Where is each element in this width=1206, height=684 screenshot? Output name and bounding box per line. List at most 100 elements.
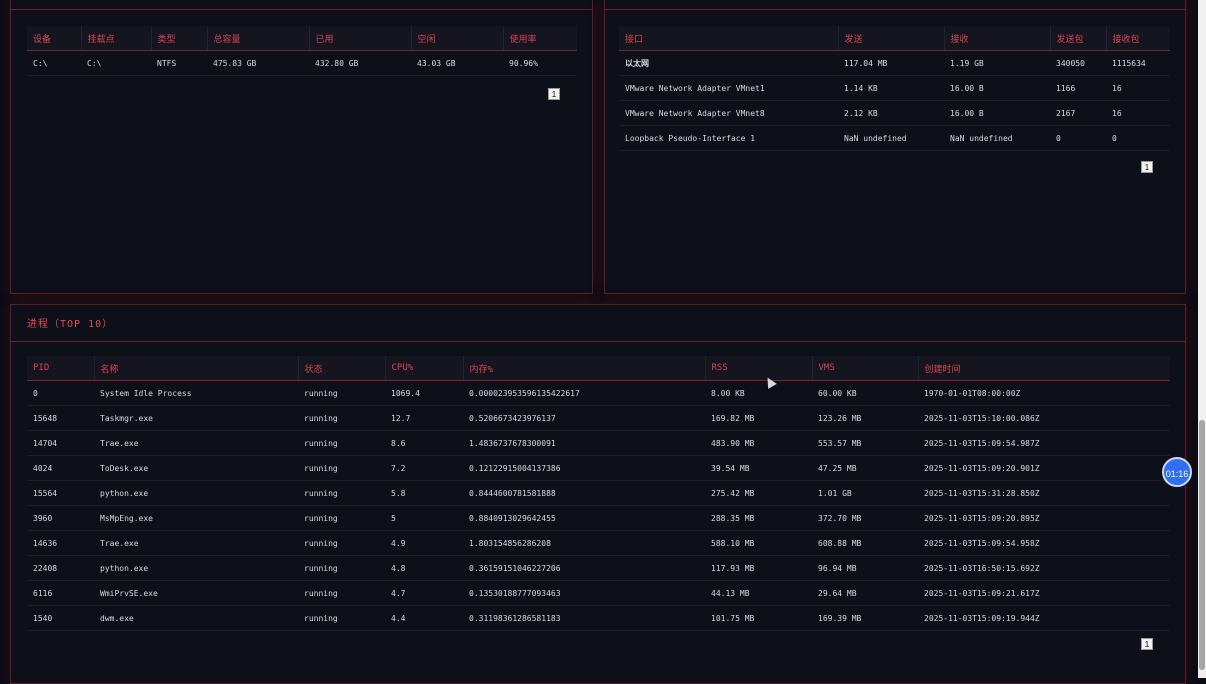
proc-vms: 1.01 GB: [812, 480, 918, 506]
table-row: 14636 Trae.exe running 4.9 1.803154856286208…: [27, 530, 1170, 556]
disk-page-button[interactable]: 1: [548, 88, 560, 100]
proc-cpu: 4.8: [385, 555, 463, 581]
network-panel: 接口 发送 接收 发送包 接收包 以太网 117.04 MB 1.19 GB 3…: [604, 0, 1186, 294]
net-packets-recv: 1115634: [1106, 50, 1170, 76]
proc-status: running: [298, 505, 385, 531]
proc-vms: 47.25 MB: [812, 455, 918, 481]
proc-cpu: 4.4: [385, 605, 463, 631]
proc-pid: 6116: [27, 580, 94, 606]
disk-total: 475.83 GB: [207, 50, 309, 76]
proc-rss: 169.82 MB: [705, 405, 812, 431]
timer-badge[interactable]: 01:16: [1162, 457, 1192, 487]
proc-status: running: [298, 530, 385, 556]
proc-created: 2025-11-03T15:09:19.944Z: [918, 605, 1170, 631]
proc-cpu: 5: [385, 505, 463, 531]
disk-free: 43.03 GB: [411, 50, 503, 76]
scrollbar-thumb[interactable]: [1199, 420, 1205, 670]
proc-name: System Idle Process: [94, 380, 298, 406]
net-recv: 1.19 GB: [944, 50, 1050, 76]
title-divider: [11, 341, 1185, 342]
proc-col-status: 状态: [297, 356, 385, 381]
disk-col-usage: 使用率: [502, 26, 577, 51]
proc-status: running: [298, 405, 385, 431]
proc-status: running: [298, 605, 385, 631]
net-packets-sent: 0: [1050, 125, 1106, 151]
proc-mem: 0.5206673423976137: [463, 405, 705, 431]
proc-created: 2025-11-03T15:09:20.901Z: [918, 455, 1170, 481]
proc-mem: 0.8444600781581888: [463, 480, 705, 506]
proc-name: MsMpEng.exe: [94, 505, 298, 531]
proc-created: 2025-11-03T16:50:15.692Z: [918, 555, 1170, 581]
proc-mem: 0.36159151046227206: [463, 555, 705, 581]
proc-created: 2025-11-03T15:09:21.617Z: [918, 580, 1170, 606]
proc-created: 2025-11-03T15:09:54.958Z: [918, 530, 1170, 556]
proc-pid: 3960: [27, 505, 94, 531]
proc-name: Trae.exe: [94, 530, 298, 556]
proc-col-pid: PID: [27, 356, 94, 381]
table-row: 14704 Trae.exe running 8.6 1.483673767830009…: [27, 430, 1170, 456]
table-row: 15648 Taskmgr.exe running 12.7 0.52066734239…: [27, 405, 1170, 431]
process-panel-title: 进程（TOP 10）: [27, 319, 114, 330]
panel-top-rule: [11, 9, 592, 10]
process-header-row: PID 名称 状态 CPU% 内存% RSS VMS 创建时间: [27, 356, 1170, 381]
disk-type: NTFS: [151, 50, 207, 76]
disk-col-mount: 挂载点: [80, 26, 151, 51]
disk-col-total: 总容量: [206, 26, 309, 51]
table-row: 4024 ToDesk.exe running 7.2 0.12122915004137…: [27, 455, 1170, 481]
proc-vms: 29.64 MB: [812, 580, 918, 606]
proc-pid: 4024: [27, 455, 94, 481]
proc-created: 2025-11-03T15:10:00.086Z: [918, 405, 1170, 431]
net-col-packets-sent: 发送包: [1049, 26, 1106, 51]
proc-vms: 60.00 KB: [812, 380, 918, 406]
net-packets-recv: 16: [1106, 75, 1170, 101]
proc-col-cpu: CPU%: [384, 356, 463, 381]
proc-rss: 39.54 MB: [705, 455, 812, 481]
proc-cpu: 4.7: [385, 580, 463, 606]
proc-pid: 14704: [27, 430, 94, 456]
proc-pid: 15648: [27, 405, 94, 431]
proc-mem: 0.8840913029642455: [463, 505, 705, 531]
disk-col-used: 已用: [308, 26, 411, 51]
table-row: 以太网 117.04 MB 1.19 GB 340050 1115634: [619, 50, 1170, 76]
disk-panel: 设备 挂载点 类型 总容量 已用 空闲 使用率 C:\ C:\ NTFS 475…: [10, 0, 593, 294]
proc-created: 2025-11-03T15:31:28.850Z: [918, 480, 1170, 506]
disk-col-device: 设备: [27, 26, 81, 51]
disk-mount: C:\: [81, 50, 151, 76]
proc-name: dwm.exe: [94, 605, 298, 631]
proc-mem: 1.4836737678300091: [463, 430, 705, 456]
process-panel: 进程（TOP 10） PID 名称 状态 CPU% 内存% RSS VMS 创建…: [10, 304, 1186, 684]
proc-vms: 553.57 MB: [812, 430, 918, 456]
network-page-button[interactable]: 1: [1141, 161, 1153, 173]
disk-device: C:\: [27, 50, 81, 76]
proc-rss: 275.42 MB: [705, 480, 812, 506]
panel-top-rule: [605, 9, 1185, 10]
proc-rss: 101.75 MB: [705, 605, 812, 631]
process-page-button[interactable]: 1: [1141, 638, 1153, 650]
disk-table: 设备 挂载点 类型 总容量 已用 空闲 使用率 C:\ C:\ NTFS 475…: [27, 26, 577, 76]
proc-name: Trae.exe: [94, 430, 298, 456]
proc-pid: 0: [27, 380, 94, 406]
net-interface: Loopback Pseudo-Interface 1: [619, 125, 838, 151]
net-sent: NaN undefined: [838, 125, 944, 151]
net-interface: VMware Network Adapter VMnet1: [619, 75, 838, 101]
proc-status: running: [298, 580, 385, 606]
disk-col-type: 类型: [150, 26, 207, 51]
proc-rss: 588.10 MB: [705, 530, 812, 556]
net-packets-recv: 16: [1106, 100, 1170, 126]
table-row: C:\ C:\ NTFS 475.83 GB 432.80 GB 43.03 G…: [27, 50, 577, 76]
proc-created: 2025-11-03T15:09:54.987Z: [918, 430, 1170, 456]
proc-rss: 288.35 MB: [705, 505, 812, 531]
proc-rss: 483.90 MB: [705, 430, 812, 456]
proc-pid: 22408: [27, 555, 94, 581]
net-packets-sent: 340050: [1050, 50, 1106, 76]
disk-used: 432.80 GB: [309, 50, 411, 76]
proc-rss: 117.93 MB: [705, 555, 812, 581]
process-table: PID 名称 状态 CPU% 内存% RSS VMS 创建时间 0 System …: [27, 356, 1170, 631]
proc-cpu: 5.8: [385, 480, 463, 506]
page-scrollbar[interactable]: [1198, 0, 1206, 678]
proc-rss: 44.13 MB: [705, 580, 812, 606]
proc-pid: 14636: [27, 530, 94, 556]
net-col-interface: 接口: [619, 26, 838, 51]
table-row: 6116 WmiPrvSE.exe running 4.7 0.135301887770…: [27, 580, 1170, 606]
proc-created: 1970-01-01T08:00:00Z: [918, 380, 1170, 406]
